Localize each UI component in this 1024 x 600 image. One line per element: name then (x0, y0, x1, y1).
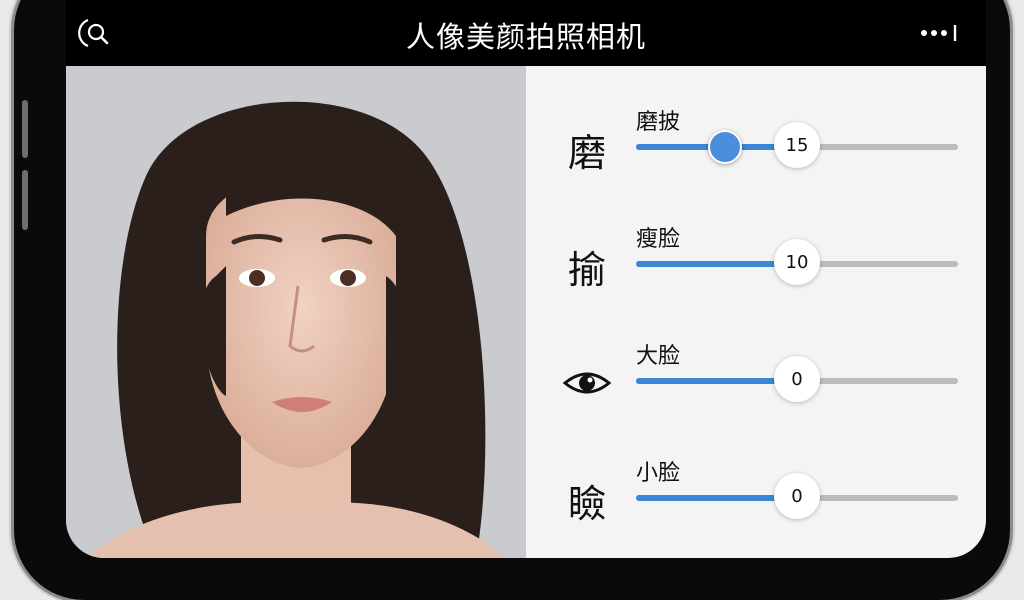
slider-track[interactable]: 0 (636, 473, 958, 519)
face-slim-icon: 揄 (567, 247, 606, 292)
small-face-icon: 瞼 (567, 481, 606, 526)
app-title: 人像美颜拍照相机 (405, 20, 646, 54)
volume-down-button[interactable] (22, 170, 28, 230)
more-icon (921, 25, 957, 41)
slider-value-bubble[interactable]: 0 (774, 356, 820, 402)
slider-fill (636, 261, 788, 267)
adjust-label: 小脸 (636, 461, 681, 486)
app-screen: 人像美颜拍照相机 磨 磨披 15 揄 瘦脸 10 大脸 0 瞼 小脸 0 (66, 0, 986, 558)
slider-value-bubble[interactable]: 0 (774, 473, 820, 519)
slider-track[interactable]: 0 (636, 356, 958, 402)
volume-up-button[interactable] (22, 100, 28, 158)
adjust-label: 大脸 (636, 344, 681, 369)
smooth-icon: 磨 (567, 130, 606, 175)
slider-track[interactable]: 10 (636, 239, 958, 285)
slider-track[interactable]: 15 (636, 122, 958, 168)
adjust-label: 磨披 (636, 110, 681, 135)
top-bar: 人像美颜拍照相机 (66, 0, 986, 66)
slider-value-bubble[interactable]: 10 (774, 239, 820, 285)
adjust-label: 瘦脸 (636, 227, 681, 252)
portrait-photo (66, 66, 526, 558)
more-button[interactable] (918, 18, 964, 48)
portrait-image (66, 66, 526, 558)
eye-icon (560, 356, 614, 410)
slider-value-bubble[interactable]: 15 (774, 122, 820, 168)
adjust-row-small-face: 瞼 小脸 0 (526, 455, 986, 555)
beauty-adjustment-panel: 磨 磨披 15 揄 瘦脸 10 大脸 0 瞼 小脸 0 (526, 66, 986, 558)
adjust-row-big-face: 大脸 0 (526, 338, 986, 438)
adjust-row-slim: 揄 瘦脸 10 (526, 221, 986, 321)
slider-knob[interactable] (708, 130, 742, 164)
slider-fill (636, 495, 788, 501)
slider-fill (636, 378, 788, 384)
adjust-row-smooth: 磨 磨披 15 (526, 104, 986, 204)
